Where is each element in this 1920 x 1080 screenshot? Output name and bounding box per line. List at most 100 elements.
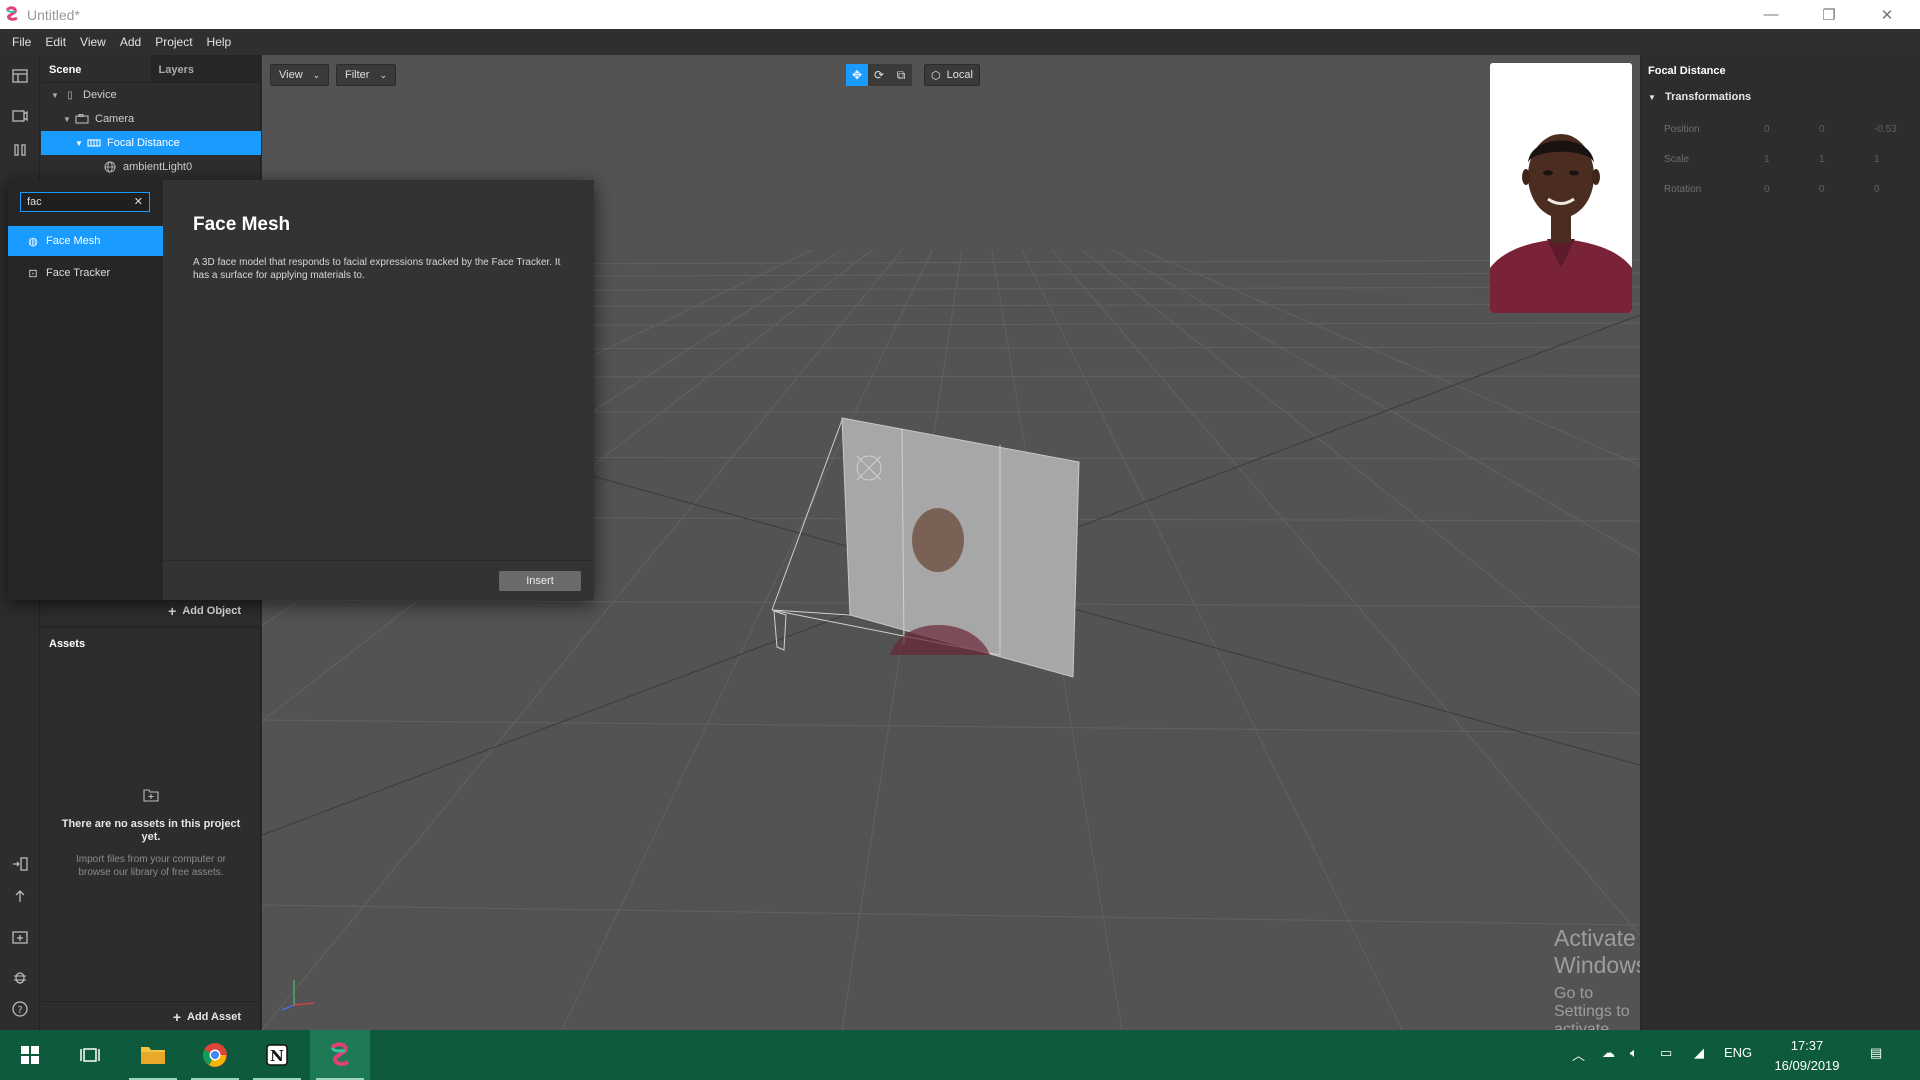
local-toggle[interactable]: ⬡ Local [924,64,980,86]
assets-title: Assets [49,638,86,650]
scale-label: Scale [1664,154,1690,165]
watermark-line-1: Activate Windows [1554,925,1640,978]
language-indicator[interactable]: ENG [1724,1045,1752,1060]
scale-tool-button[interactable]: ⧉ [890,64,912,86]
rotation-x-field[interactable]: 0 [1764,184,1770,195]
detail-title: Face Mesh [193,214,291,235]
tab-layers[interactable]: Layers [150,55,260,82]
pause-icon[interactable] [11,141,29,159]
rotate-tool-button[interactable]: ⟳ [868,64,890,86]
add-asset-button[interactable]: + Add Asset [41,1001,261,1031]
scale-z-field[interactable]: 1 [1874,154,1880,165]
chrome-icon [203,1043,227,1067]
rotation-label: Rotation [1664,184,1702,195]
plus-icon: + [172,1008,181,1025]
cube-icon: ⬡ [931,69,941,82]
tree-item-label: Camera [95,113,135,125]
svg-text:?: ? [17,1005,22,1016]
menu-file[interactable]: File [12,35,31,49]
tab-scene[interactable]: Scene [41,55,151,82]
start-button[interactable] [0,1030,60,1080]
close-button[interactable]: ✕ [1858,0,1916,29]
filter-dropdown[interactable]: Filter ⌄ [336,64,396,86]
battery-icon[interactable]: ▭ [1660,1045,1672,1061]
camera-preview [1490,63,1632,313]
scene-tabs: Scene Layers [41,55,260,83]
insert-button[interactable]: Insert [499,571,581,591]
empty-assets-title: There are no assets in this project yet. [61,818,241,843]
debug-icon[interactable] [11,968,29,986]
chevron-down-icon: ⌄ [312,69,321,80]
rotation-z-field[interactable]: 0 [1874,184,1880,195]
tree-item-device[interactable]: ▼ ▯ Device [41,83,261,107]
clock[interactable]: 17:37 16/09/2019 [1762,1036,1852,1076]
tree-item-focal-distance[interactable]: ▼ Focal Distance [41,131,261,155]
rotation-y-field[interactable]: 0 [1819,184,1825,195]
list-item-face-tracker[interactable]: ⊡ Face Tracker [8,258,163,288]
search-input[interactable]: fac ✕ [20,192,150,212]
tray-chevron-icon[interactable]: ︿ [1572,1045,1585,1064]
tree-item-label: ambientLight0 [123,161,193,173]
chrome-button[interactable] [185,1030,245,1080]
tree-item-label: Focal Distance [107,137,180,149]
menu-help[interactable]: Help [207,35,232,49]
position-x-field[interactable]: 0 [1764,124,1770,135]
clock-date: 16/09/2019 [1774,1058,1840,1073]
menu-view[interactable]: View [80,35,106,49]
camera-icon [75,113,89,125]
position-y-field[interactable]: 0 [1819,124,1825,135]
action-center-icon[interactable]: ▤ [1870,1045,1882,1061]
focal-distance-icon [87,137,101,149]
add-object-label: Add Object [182,604,241,617]
file-explorer-button[interactable] [123,1030,183,1080]
task-view-button[interactable] [60,1030,120,1080]
collapse-triangle-icon: ▼ [1648,93,1656,102]
filter-label: Filter [345,69,370,81]
clear-search-icon[interactable]: ✕ [134,195,143,208]
window-title: Untitled* [27,7,80,23]
list-item-label: Face Tracker [46,267,111,279]
rotation-row: Rotation 0 0 0 [1664,181,1914,199]
scale-x-field[interactable]: 1 [1764,154,1770,165]
menu-edit[interactable]: Edit [45,35,66,49]
scale-y-field[interactable]: 1 [1819,154,1825,165]
face-mesh-icon: ◍ [28,235,38,248]
collapse-triangle-icon[interactable]: ▼ [51,91,63,100]
position-z-field[interactable]: -0.53 [1874,124,1897,135]
send-to-device-icon[interactable] [11,855,29,873]
tree-item-camera[interactable]: ▼ Camera [41,107,261,131]
search-value: fac [27,196,42,208]
library-icon[interactable] [11,928,29,946]
transformations-section[interactable]: ▼ Transformations [1648,91,1751,103]
collapse-triangle-icon[interactable]: ▼ [75,139,87,148]
minimize-button[interactable]: — [1742,0,1800,29]
volume-icon[interactable]: 🔈︎ [1630,1045,1638,1061]
upload-icon[interactable] [11,887,29,905]
task-view-icon [80,1048,100,1062]
list-item-label: Face Mesh [46,235,101,247]
onedrive-sync-icon[interactable]: ☁ [1602,1045,1615,1061]
activate-windows-watermark: Activate Windows Go to Settings to activ… [1554,925,1640,1030]
video-icon[interactable] [11,107,29,125]
windows-logo-icon [21,1046,39,1064]
help-icon[interactable]: ? [11,1000,29,1018]
section-label: Transformations [1664,91,1752,103]
move-tool-button[interactable]: ✥ [846,64,868,86]
collapse-triangle-icon[interactable]: ▼ [63,115,75,124]
local-label: Local [946,69,973,81]
tree-item-ambient-light[interactable]: ambientLight0 [41,155,261,179]
detail-description: A 3D face model that responds to facial … [193,257,561,281]
view-dropdown[interactable]: View ⌄ [270,64,330,86]
layout-icon[interactable] [11,67,29,85]
device-icon: ▯ [67,89,73,101]
list-item-face-mesh[interactable]: ◍ Face Mesh [8,226,163,256]
wifi-icon[interactable]: ◢ [1694,1045,1704,1061]
axis-gizmo [281,980,315,1011]
notion-button[interactable]: N [247,1030,307,1080]
globe-icon [103,161,117,173]
watermark-line-2: Go to Settings to activate Windows. [1554,985,1630,1030]
menu-project[interactable]: Project [155,35,192,49]
menu-add[interactable]: Add [120,35,141,49]
restore-button[interactable]: ❐ [1800,0,1858,29]
spark-ar-button[interactable] [310,1030,370,1080]
